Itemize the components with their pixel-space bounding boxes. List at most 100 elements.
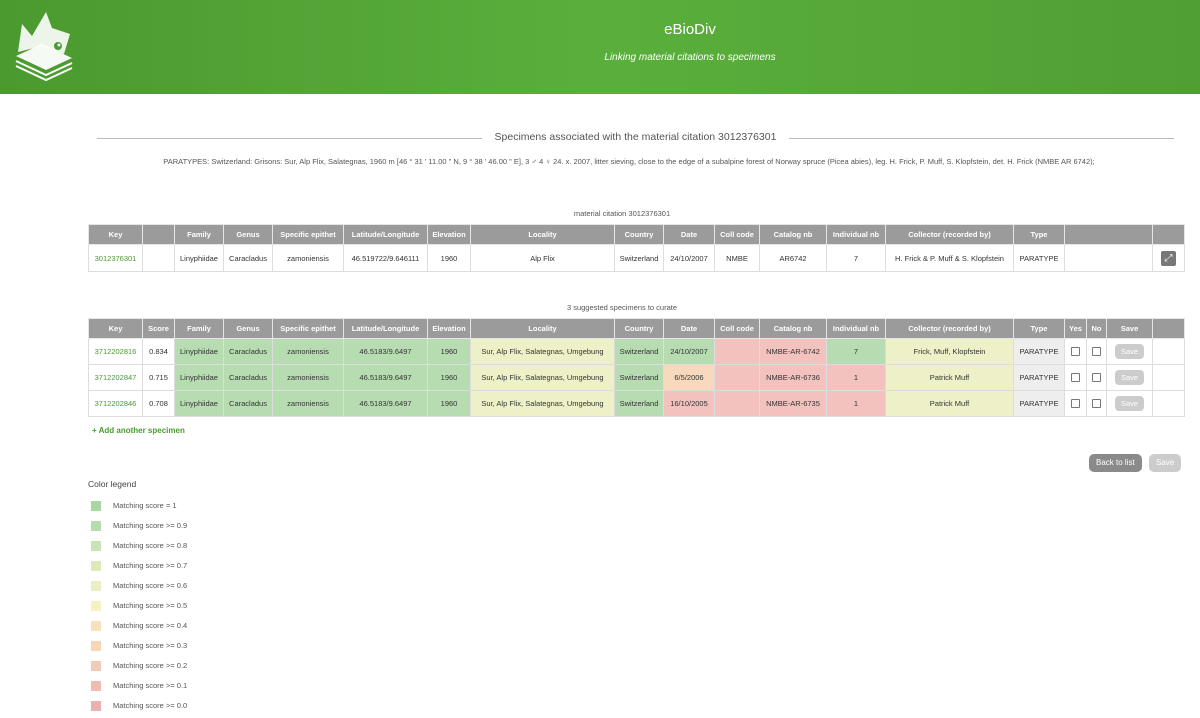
cell-type: PARATYPE bbox=[1013, 364, 1065, 391]
cell-locality: Sur, Alp Flix, Salategnas, Umgebung bbox=[470, 338, 615, 365]
row-save-button[interactable]: Save bbox=[1114, 370, 1145, 385]
cell-individual: 1 bbox=[826, 390, 886, 417]
key-link[interactable]: 3712202846 bbox=[95, 399, 137, 408]
cell-score bbox=[142, 244, 175, 272]
cell-epithet: zamoniensis bbox=[272, 364, 344, 391]
suggested-header-row: Key Score Family Genus Specific epithet … bbox=[88, 318, 1185, 339]
col-header-genus: Genus bbox=[223, 224, 273, 245]
col-header-blank bbox=[142, 224, 175, 245]
col-header-catalog: Catalog nb bbox=[759, 224, 827, 245]
legend-swatch bbox=[91, 701, 101, 711]
no-checkbox[interactable] bbox=[1092, 347, 1101, 357]
cell-genus: Caracladus bbox=[223, 244, 273, 272]
cell-epithet: zamoniensis bbox=[272, 338, 344, 365]
cell-save: Save bbox=[1106, 364, 1153, 391]
cell-empty bbox=[1152, 390, 1185, 417]
add-specimen-link[interactable]: + Add another specimen bbox=[92, 426, 185, 435]
col-header-save: Save bbox=[1106, 318, 1153, 339]
col-header-collector: Collector (recorded by) bbox=[885, 318, 1014, 339]
cell-locality: Sur, Alp Flix, Salategnas, Umgebung bbox=[470, 364, 615, 391]
cell-empty bbox=[1064, 244, 1153, 272]
cell-date: 24/10/2007 bbox=[663, 244, 715, 272]
col-header-blank bbox=[1152, 224, 1185, 245]
suggested-row: 3712202847 0.715 Linyphiidae Caracladus … bbox=[88, 364, 1185, 391]
app-header: eBioDiv Linking material citations to sp… bbox=[0, 0, 1200, 94]
col-header-type: Type bbox=[1013, 318, 1065, 339]
cell-date: 6/5/2006 bbox=[663, 364, 715, 391]
col-header-latlon: Latitude/Longitude bbox=[343, 318, 428, 339]
cell-genus: Caracladus bbox=[223, 390, 273, 417]
cell-individual: 7 bbox=[826, 244, 886, 272]
cell-country: Switzerland bbox=[614, 244, 664, 272]
legend-label: Matching score >= 0.7 bbox=[113, 561, 188, 570]
col-header-individual: Individual nb bbox=[826, 224, 886, 245]
legend-label: Matching score = 1 bbox=[113, 501, 177, 510]
cell-yes bbox=[1064, 364, 1087, 391]
cell-save: Save bbox=[1106, 390, 1153, 417]
no-checkbox[interactable] bbox=[1092, 373, 1101, 383]
cell-score: 0.715 bbox=[142, 364, 175, 391]
legend-swatch bbox=[91, 601, 101, 611]
col-header-collector: Collector (recorded by) bbox=[885, 224, 1014, 245]
legend-title: Color legend bbox=[88, 479, 137, 489]
section-heading: Specimens associated with the material c… bbox=[97, 131, 1174, 145]
cell-yes bbox=[1064, 390, 1087, 417]
col-header-epithet: Specific epithet bbox=[272, 318, 344, 339]
legend-swatch bbox=[91, 621, 101, 631]
legend-label: Matching score >= 0.6 bbox=[113, 581, 188, 590]
yes-checkbox[interactable] bbox=[1071, 373, 1080, 383]
legend-label: Matching score >= 0.3 bbox=[113, 641, 188, 650]
col-header-collcode: Coll code bbox=[714, 318, 760, 339]
cell-family: Linyphiidae bbox=[174, 244, 224, 272]
cell-individual: 1 bbox=[826, 364, 886, 391]
cell-type: PARATYPE bbox=[1013, 390, 1065, 417]
suggested-row: 3712202816 0.834 Linyphiidae Caracladus … bbox=[88, 338, 1185, 365]
key-link[interactable]: 3712202816 bbox=[95, 347, 137, 356]
cell-locality: Sur, Alp Flix, Salategnas, Umgebung bbox=[470, 390, 615, 417]
legend-swatch bbox=[91, 521, 101, 531]
yes-checkbox[interactable] bbox=[1071, 399, 1080, 409]
save-button[interactable]: Save bbox=[1149, 454, 1182, 472]
col-header-yes: Yes bbox=[1064, 318, 1087, 339]
citation-table-caption: material citation 3012376301 bbox=[573, 209, 671, 218]
cell-empty bbox=[1152, 364, 1185, 391]
cell-latlon: 46.5183/9.6497 bbox=[343, 338, 428, 365]
cell-key[interactable]: 3012376301 bbox=[88, 244, 143, 272]
cell-collector: Patrick Muff bbox=[885, 364, 1014, 391]
col-header-key: Key bbox=[88, 318, 143, 339]
cell-collcode bbox=[714, 338, 760, 365]
cell-genus: Caracladus bbox=[223, 338, 273, 365]
cell-no bbox=[1086, 364, 1107, 391]
row-save-button[interactable]: Save bbox=[1114, 344, 1145, 359]
cell-epithet: zamoniensis bbox=[272, 244, 344, 272]
key-link[interactable]: 3712202847 bbox=[95, 373, 137, 382]
no-checkbox[interactable] bbox=[1092, 399, 1101, 409]
cell-key[interactable]: 3712202846 bbox=[88, 390, 143, 417]
cell-catalog: NMBE-AR-6736 bbox=[759, 364, 827, 391]
col-header-country: Country bbox=[614, 318, 664, 339]
col-header-family: Family bbox=[174, 318, 224, 339]
cell-collector: Frick, Muff, Klopfstein bbox=[885, 338, 1014, 365]
row-save-button[interactable]: Save bbox=[1114, 396, 1145, 411]
col-header-date: Date bbox=[663, 224, 715, 245]
legend-swatch bbox=[91, 501, 101, 511]
cell-latlon: 46.5183/9.6497 bbox=[343, 390, 428, 417]
key-link[interactable]: 3012376301 bbox=[95, 254, 137, 263]
suggested-table-caption: 3 suggested specimens to curate bbox=[566, 303, 678, 312]
cell-score: 0.708 bbox=[142, 390, 175, 417]
cell-key[interactable]: 3712202816 bbox=[88, 338, 143, 365]
cell-catalog: NMBE-AR-6735 bbox=[759, 390, 827, 417]
yes-checkbox[interactable] bbox=[1071, 347, 1080, 357]
col-header-collcode: Coll code bbox=[714, 224, 760, 245]
col-header-blank bbox=[1064, 224, 1153, 245]
col-header-country: Country bbox=[614, 224, 664, 245]
cell-collcode bbox=[714, 364, 760, 391]
col-header-individual: Individual nb bbox=[826, 318, 886, 339]
cell-key[interactable]: 3712202847 bbox=[88, 364, 143, 391]
cell-score: 0.834 bbox=[142, 338, 175, 365]
suggested-table: Key Score Family Genus Specific epithet … bbox=[88, 318, 1185, 417]
cell-no bbox=[1086, 390, 1107, 417]
expand-icon[interactable]: ⤢ bbox=[1161, 250, 1176, 266]
cell-empty bbox=[1152, 338, 1185, 365]
back-to-list-button[interactable]: Back to list bbox=[1089, 454, 1142, 472]
